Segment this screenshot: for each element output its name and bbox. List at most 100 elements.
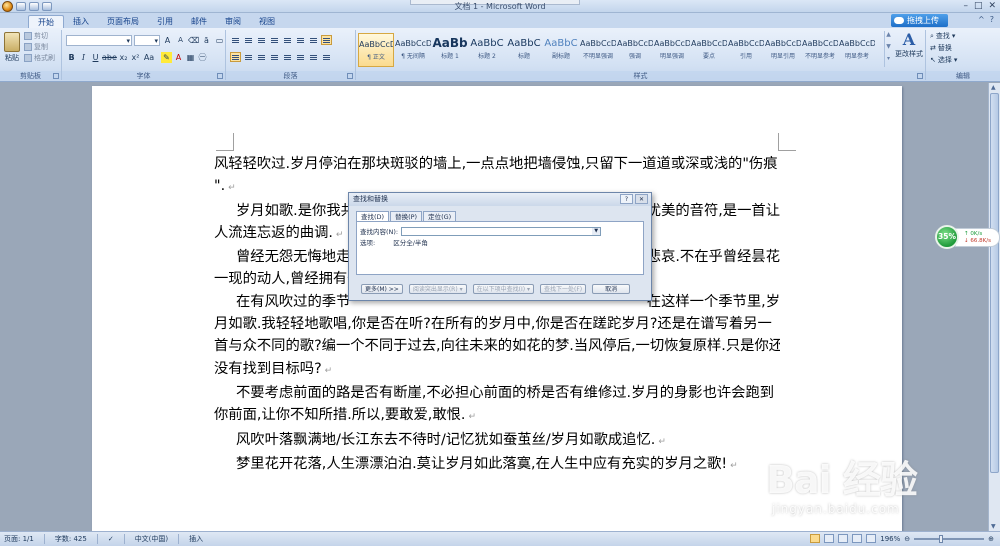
- dialog-help-button[interactable]: ?: [620, 194, 633, 204]
- style-card[interactable]: AaBbC 副标题: [543, 33, 579, 67]
- style-card[interactable]: AaBbCcDd 不明显参考: [802, 33, 838, 67]
- change-styles-button[interactable]: A 更改样式: [894, 31, 924, 59]
- highlight-icon[interactable]: ✎: [161, 52, 172, 63]
- align-justify-icon[interactable]: [230, 52, 241, 62]
- styles-scroll-up-icon[interactable]: ▲: [885, 31, 892, 43]
- style-card[interactable]: AaBbCcDd ¶ 无间隔: [395, 33, 431, 67]
- document-line[interactable]: 梦里花开花落,人生漂漂泊泊.莫让岁月如此落寞,在人生中应有充实的岁月之歌! ↵: [214, 453, 780, 477]
- cut-button[interactable]: 剪切: [24, 31, 55, 41]
- subscript-icon[interactable]: x₂: [118, 52, 129, 63]
- borders-icon[interactable]: [321, 52, 332, 62]
- bold-button[interactable]: B: [66, 52, 77, 63]
- font-name-combo[interactable]: ▾: [66, 35, 132, 46]
- minimize-button[interactable]: –: [963, 1, 968, 11]
- tab-view[interactable]: 视图: [250, 15, 284, 28]
- find-in-button[interactable]: 在以下项中查找(I) ▾: [472, 284, 534, 294]
- dialog-title-bar[interactable]: 查找和替换 ? ✕: [349, 193, 651, 206]
- zoom-out-icon[interactable]: ⊖: [904, 535, 910, 543]
- multilevel-list-icon[interactable]: [256, 35, 267, 45]
- zoom-slider-thumb[interactable]: [939, 534, 944, 543]
- tab-mailings[interactable]: 邮件: [182, 15, 216, 28]
- style-card[interactable]: AaBb 标题 1: [432, 33, 468, 67]
- style-card[interactable]: AaBbCcDd 明显引用: [765, 33, 801, 67]
- page-count[interactable]: 页面: 1/1: [4, 534, 34, 544]
- print-layout-icon[interactable]: [810, 534, 821, 543]
- network-speed-widget[interactable]: ↑ 0K/s ↓ 66.8K/s 35%: [935, 225, 1000, 251]
- paragraph-launcher-icon[interactable]: [347, 73, 353, 79]
- styles-more-icon[interactable]: ▾: [885, 55, 892, 67]
- document-line[interactable]: 你前面,让你不知所措.所以,要敢爱,敢恨. ↵: [214, 404, 780, 428]
- shading-icon[interactable]: [308, 52, 319, 62]
- style-card[interactable]: AaBbC 标题: [506, 33, 542, 67]
- full-screen-reading-icon[interactable]: [824, 534, 835, 543]
- font-color-button[interactable]: A: [173, 52, 184, 63]
- italic-button[interactable]: I: [78, 52, 89, 63]
- clipboard-launcher-icon[interactable]: [53, 73, 59, 79]
- show-marks-icon[interactable]: [321, 35, 332, 45]
- style-card[interactable]: AaBbCcDd 明显参考: [839, 33, 875, 67]
- numbering-icon[interactable]: [243, 35, 254, 45]
- cancel-button[interactable]: 取消: [592, 284, 631, 294]
- find-what-input[interactable]: ▼: [401, 226, 602, 236]
- grow-font-button[interactable]: A: [162, 35, 173, 46]
- distributed-icon[interactable]: [282, 52, 293, 62]
- document-line[interactable]: 不要考虑前面的路是否有断崖,不必担心前面的桥是否有维修过.岁月的身影也许会跑到: [214, 382, 780, 404]
- close-button[interactable]: ✕: [988, 1, 996, 11]
- tab-insert[interactable]: 插入: [64, 15, 98, 28]
- help-icon[interactable]: ?: [990, 15, 994, 24]
- proofing-icon[interactable]: ✓: [108, 535, 114, 543]
- minimize-ribbon-icon[interactable]: ^: [978, 15, 985, 24]
- scroll-thumb[interactable]: [990, 93, 999, 473]
- clear-format-icon[interactable]: ⌫: [188, 35, 199, 46]
- scroll-up-icon[interactable]: ▲: [991, 84, 998, 91]
- underline-button[interactable]: U: [90, 52, 101, 63]
- find-button[interactable]: ⌕ 查找 ▾: [930, 31, 957, 41]
- zoom-slider[interactable]: [914, 534, 985, 543]
- style-card[interactable]: AaBbCcDd 引用: [728, 33, 764, 67]
- document-line[interactable]: 月如歌.我轻轻地歌唱,你是否在听?在所有的岁月中,你是否在蹉跎岁月?还是在谱写着…: [214, 313, 780, 335]
- web-layout-icon[interactable]: [838, 534, 849, 543]
- style-card[interactable]: AaBbCcDd 要点: [691, 33, 727, 67]
- document-line[interactable]: 没有找到目标吗? ↵: [214, 358, 780, 382]
- tab-home[interactable]: 开始: [28, 15, 64, 28]
- word-count[interactable]: 字数: 425: [55, 534, 87, 544]
- document-line[interactable]: 首与众不同的歌?编一个不同于过去,向往未来的如花的梦.当风停后,一切恢复原样.只…: [214, 335, 780, 357]
- char-border-icon[interactable]: ▭: [214, 35, 225, 46]
- zoom-level[interactable]: 196%: [880, 535, 900, 543]
- tab-review[interactable]: 审阅: [216, 15, 250, 28]
- paste-button[interactable]: 粘贴: [3, 32, 21, 63]
- replace-button[interactable]: ⇄ 替换: [930, 43, 957, 53]
- upload-button[interactable]: 拖拽上传: [891, 14, 948, 27]
- chinese-layout-icon[interactable]: [295, 35, 306, 45]
- vertical-scrollbar[interactable]: ▲ ▼: [988, 83, 1000, 531]
- align-right-icon[interactable]: [256, 52, 267, 62]
- language-indicator[interactable]: 中文(中国): [135, 534, 168, 544]
- reading-highlight-button[interactable]: 阅读突出显示(R) ▾: [408, 284, 467, 294]
- styles-launcher-icon[interactable]: [917, 73, 923, 79]
- copy-button[interactable]: 复制: [24, 42, 55, 52]
- bullets-icon[interactable]: [230, 35, 241, 45]
- scroll-down-icon[interactable]: ▼: [991, 523, 998, 530]
- more-button[interactable]: 更多(M) >>: [361, 284, 403, 294]
- find-history-dropdown-icon[interactable]: ▼: [592, 227, 601, 235]
- document-line[interactable]: 风轻轻吹过.岁月停泊在那块斑驳的墙上,一点点地把墙侵蚀,只留下一道道或深或浅的"…: [214, 153, 780, 175]
- enclose-char-icon[interactable]: ㊀: [197, 52, 208, 63]
- document-line[interactable]: 风吹叶落飘满地/长江东去不待时/记忆犹如蚕茧丝/岁月如歌成追忆. ↵: [214, 429, 780, 453]
- style-card[interactable]: AaBbCcDd ¶ 正文: [358, 33, 394, 67]
- strikethrough-icon[interactable]: abe: [102, 52, 117, 63]
- draft-icon[interactable]: [866, 534, 877, 543]
- phonetic-icon[interactable]: ā: [201, 35, 212, 46]
- font-size-combo[interactable]: ▾: [134, 35, 160, 46]
- outline-icon[interactable]: [852, 534, 863, 543]
- style-card[interactable]: AaBbCcDd 强调: [617, 33, 653, 67]
- tab-page-layout[interactable]: 页面布局: [98, 15, 148, 28]
- find-next-button[interactable]: 查找下一处(F): [539, 284, 587, 294]
- align-left-icon[interactable]: [269, 52, 280, 62]
- select-button[interactable]: ↖ 选择 ▾: [930, 55, 957, 65]
- change-case-button[interactable]: Aa: [142, 52, 156, 63]
- line-spacing-icon[interactable]: [295, 52, 306, 62]
- dialog-close-button[interactable]: ✕: [635, 194, 648, 204]
- increase-indent-icon[interactable]: [282, 35, 293, 45]
- zoom-in-icon[interactable]: ⊕: [988, 535, 994, 543]
- styles-scroll-down-icon[interactable]: ▼: [885, 43, 892, 55]
